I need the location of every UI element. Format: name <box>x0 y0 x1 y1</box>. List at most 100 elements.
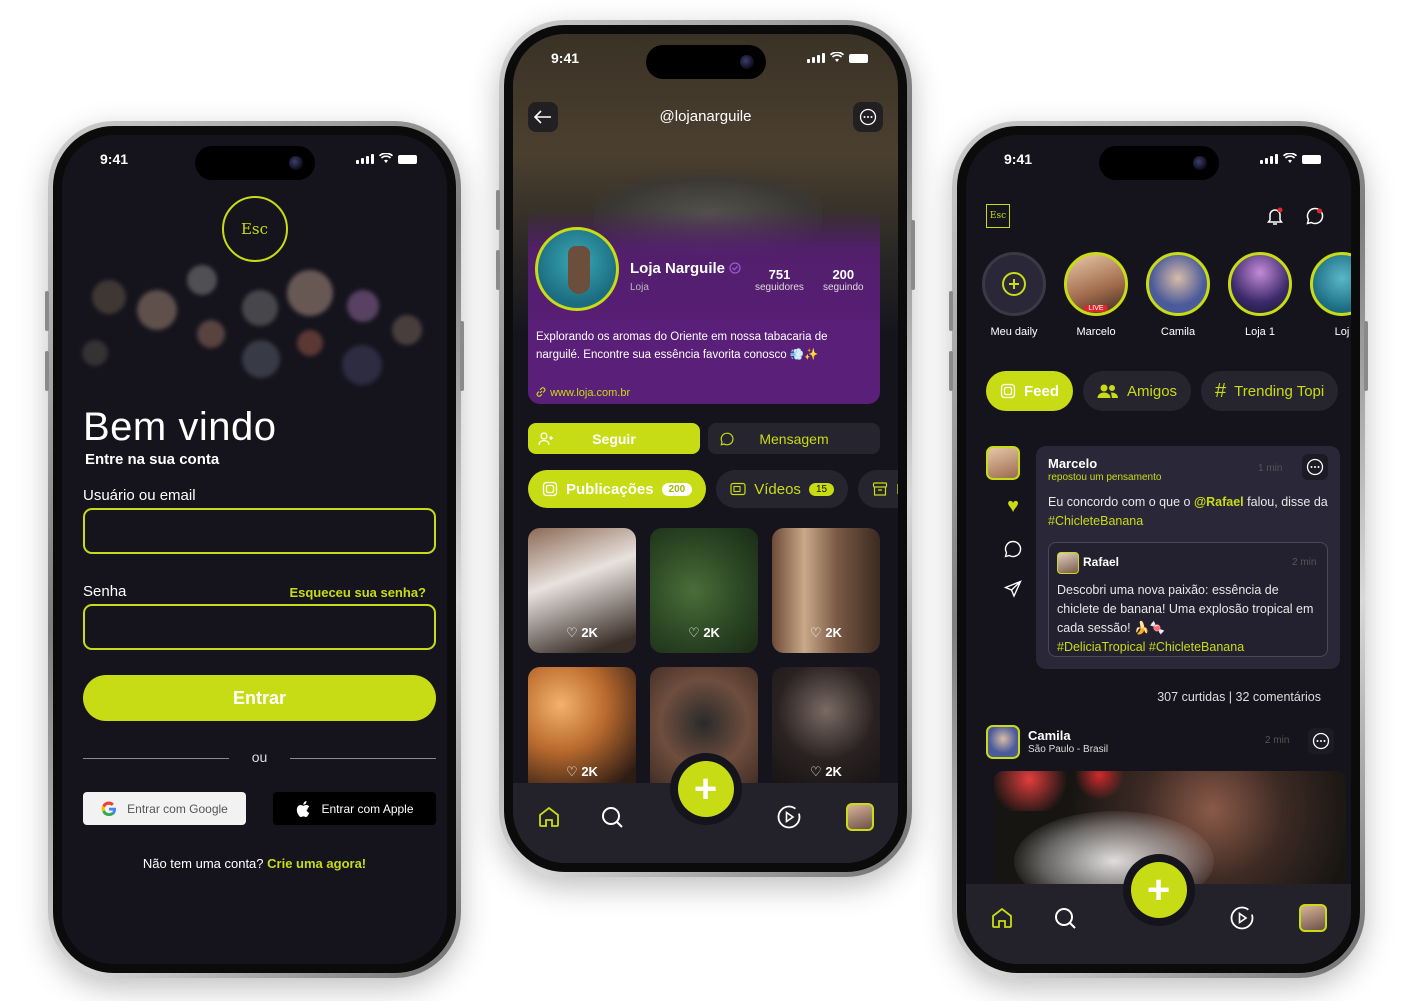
user-email-input[interactable] <box>83 508 436 554</box>
following-stat[interactable]: 200 seguindo <box>823 267 864 293</box>
post-author-avatar[interactable] <box>986 446 1020 480</box>
story-camila[interactable]: Camila <box>1146 252 1210 338</box>
create-post-button[interactable]: + <box>1130 862 1187 918</box>
quoted-body: Descobri uma nova paixão: essência de ch… <box>1057 583 1314 635</box>
post-more-button[interactable] <box>1302 454 1328 480</box>
notifications-button[interactable] <box>1265 206 1285 231</box>
volume-button <box>45 351 49 391</box>
hashtag-link[interactable]: #ChicleteBanana <box>1048 514 1143 528</box>
follow-button[interactable]: Seguir <box>528 423 700 454</box>
post-author[interactable]: Marcelo <box>1048 456 1097 471</box>
enter-button[interactable]: Entrar <box>83 675 436 721</box>
nav-home[interactable] <box>988 904 1016 932</box>
posts-grid: ♡ 2K ♡ 2K ♡ 2K ♡ 2K ♡ 2K ♡ 2K <box>528 528 880 792</box>
profile-name-text: Loja Narguile <box>630 260 726 277</box>
create-post-button[interactable]: + <box>677 761 734 817</box>
post-author[interactable]: Camila <box>1028 728 1071 743</box>
story-ring <box>982 252 1046 316</box>
post-tile[interactable]: ♡ 2K <box>650 528 758 653</box>
nav-home[interactable] <box>535 803 563 831</box>
search-icon <box>602 807 623 828</box>
tab-label: Vídeos <box>754 480 801 498</box>
message-button[interactable]: Mensagem <box>708 423 880 454</box>
profile-handle: @lojanarguile <box>659 108 752 125</box>
phone-login: 9:41 Esc Bem vindo Entre na sua conta Us… <box>45 121 464 978</box>
story-loja-2[interactable]: Loj <box>1310 252 1351 338</box>
quoted-hashtags[interactable]: #DeliciaTropical #ChicleteBanana <box>1057 638 1323 657</box>
likes-count: ♡ 2K <box>528 764 636 780</box>
post-tile[interactable]: ♡ 2K <box>772 667 880 792</box>
following-count: 200 <box>832 267 855 282</box>
nav-videos[interactable] <box>1228 904 1256 932</box>
post-author-avatar[interactable] <box>986 725 1020 759</box>
count-badge: 200 <box>661 482 693 496</box>
messages-button[interactable] <box>1305 206 1325 231</box>
tab-publicacoes[interactable]: Publicações 200 <box>528 470 707 508</box>
tab-label: Trending Topi <box>1234 382 1325 400</box>
heart-icon: ♡ <box>566 764 578 779</box>
story-ring: LIVE <box>1064 252 1128 316</box>
post-tile[interactable]: ♡ 2K <box>528 667 636 792</box>
verified-icon <box>729 262 741 274</box>
volume-button <box>496 250 500 290</box>
post-text: Eu concordo com o que o @Rafael falou, d… <box>1048 493 1330 531</box>
profile-name: Loja Narguile <box>630 260 741 277</box>
tab-products[interactable]: Pr <box>858 470 898 508</box>
tab-amigos[interactable]: Amigos <box>1083 371 1192 411</box>
post-more-button[interactable] <box>1308 728 1334 754</box>
quoted-post[interactable]: Rafael 2 min Descobri uma nova paixão: e… <box>1048 542 1328 657</box>
follow-label: Seguir <box>592 430 636 447</box>
story-ring <box>1310 252 1351 316</box>
story-name: Loj <box>1334 326 1350 338</box>
app-logo: Esc <box>221 196 288 262</box>
tab-feed[interactable]: Feed <box>986 371 1074 411</box>
mention-link[interactable]: @Rafael <box>1194 495 1244 509</box>
story-marcelo[interactable]: LIVE Marcelo <box>1064 252 1128 338</box>
comment-icon[interactable] <box>1004 540 1022 558</box>
wifi-icon <box>830 52 844 62</box>
website-link[interactable]: www.loja.com.br <box>535 386 630 399</box>
status-time: 9:41 <box>100 151 129 167</box>
nav-profile-avatar[interactable] <box>1299 904 1327 932</box>
plus-icon: + <box>1146 868 1171 912</box>
tab-trending[interactable]: # Trending Topi <box>1201 371 1339 411</box>
story-name: Meu daily <box>990 326 1038 338</box>
nav-videos[interactable] <box>775 803 803 831</box>
post-text-start: Eu concordo com o que o <box>1048 495 1191 509</box>
post-location: São Paulo - Brasil <box>1028 744 1109 755</box>
likes-value: 2K <box>581 625 598 640</box>
password-input[interactable] <box>83 604 436 650</box>
more-icon <box>1306 458 1324 476</box>
nav-profile-avatar[interactable] <box>846 803 874 831</box>
chat-icon <box>720 432 734 446</box>
post-tile[interactable]: ♡ 2K <box>528 528 636 653</box>
power-button <box>1364 321 1368 391</box>
create-account-link[interactable]: Crie uma agora! <box>267 856 366 871</box>
nav-search[interactable] <box>1051 904 1079 932</box>
story-loja-1[interactable]: Loja 1 <box>1228 252 1292 338</box>
forgot-password-link[interactable]: Esqueceu sua senha? <box>289 585 426 600</box>
google-icon <box>101 801 117 816</box>
count-badge: 15 <box>808 482 835 496</box>
more-options-button[interactable] <box>853 102 883 132</box>
heart-filled-icon[interactable]: ♥ <box>1007 495 1019 518</box>
home-icon <box>539 806 559 827</box>
apple-login-button[interactable]: Entrar com Apple <box>273 792 436 825</box>
story-my-daily[interactable]: Meu daily <box>982 252 1046 338</box>
google-login-button[interactable]: Entrar com Google <box>83 792 246 825</box>
heart-icon: ♡ <box>688 625 700 640</box>
tab-videos[interactable]: Vídeos 15 <box>716 470 849 508</box>
nav-search[interactable] <box>598 803 626 831</box>
dynamic-island <box>194 146 315 180</box>
profile-avatar[interactable] <box>535 227 619 311</box>
box-icon <box>872 482 888 496</box>
add-user-icon <box>538 431 553 445</box>
quoted-author: Rafael <box>1083 555 1120 569</box>
battery-icon <box>1302 155 1321 164</box>
signal-icon <box>356 154 374 164</box>
dynamic-island <box>1098 146 1219 180</box>
send-icon[interactable] <box>1004 580 1022 598</box>
followers-stat[interactable]: 751 seguidores <box>755 267 804 293</box>
post-tile[interactable]: ♡ 2K <box>772 528 880 653</box>
website-link-text: www.loja.com.br <box>550 387 631 399</box>
